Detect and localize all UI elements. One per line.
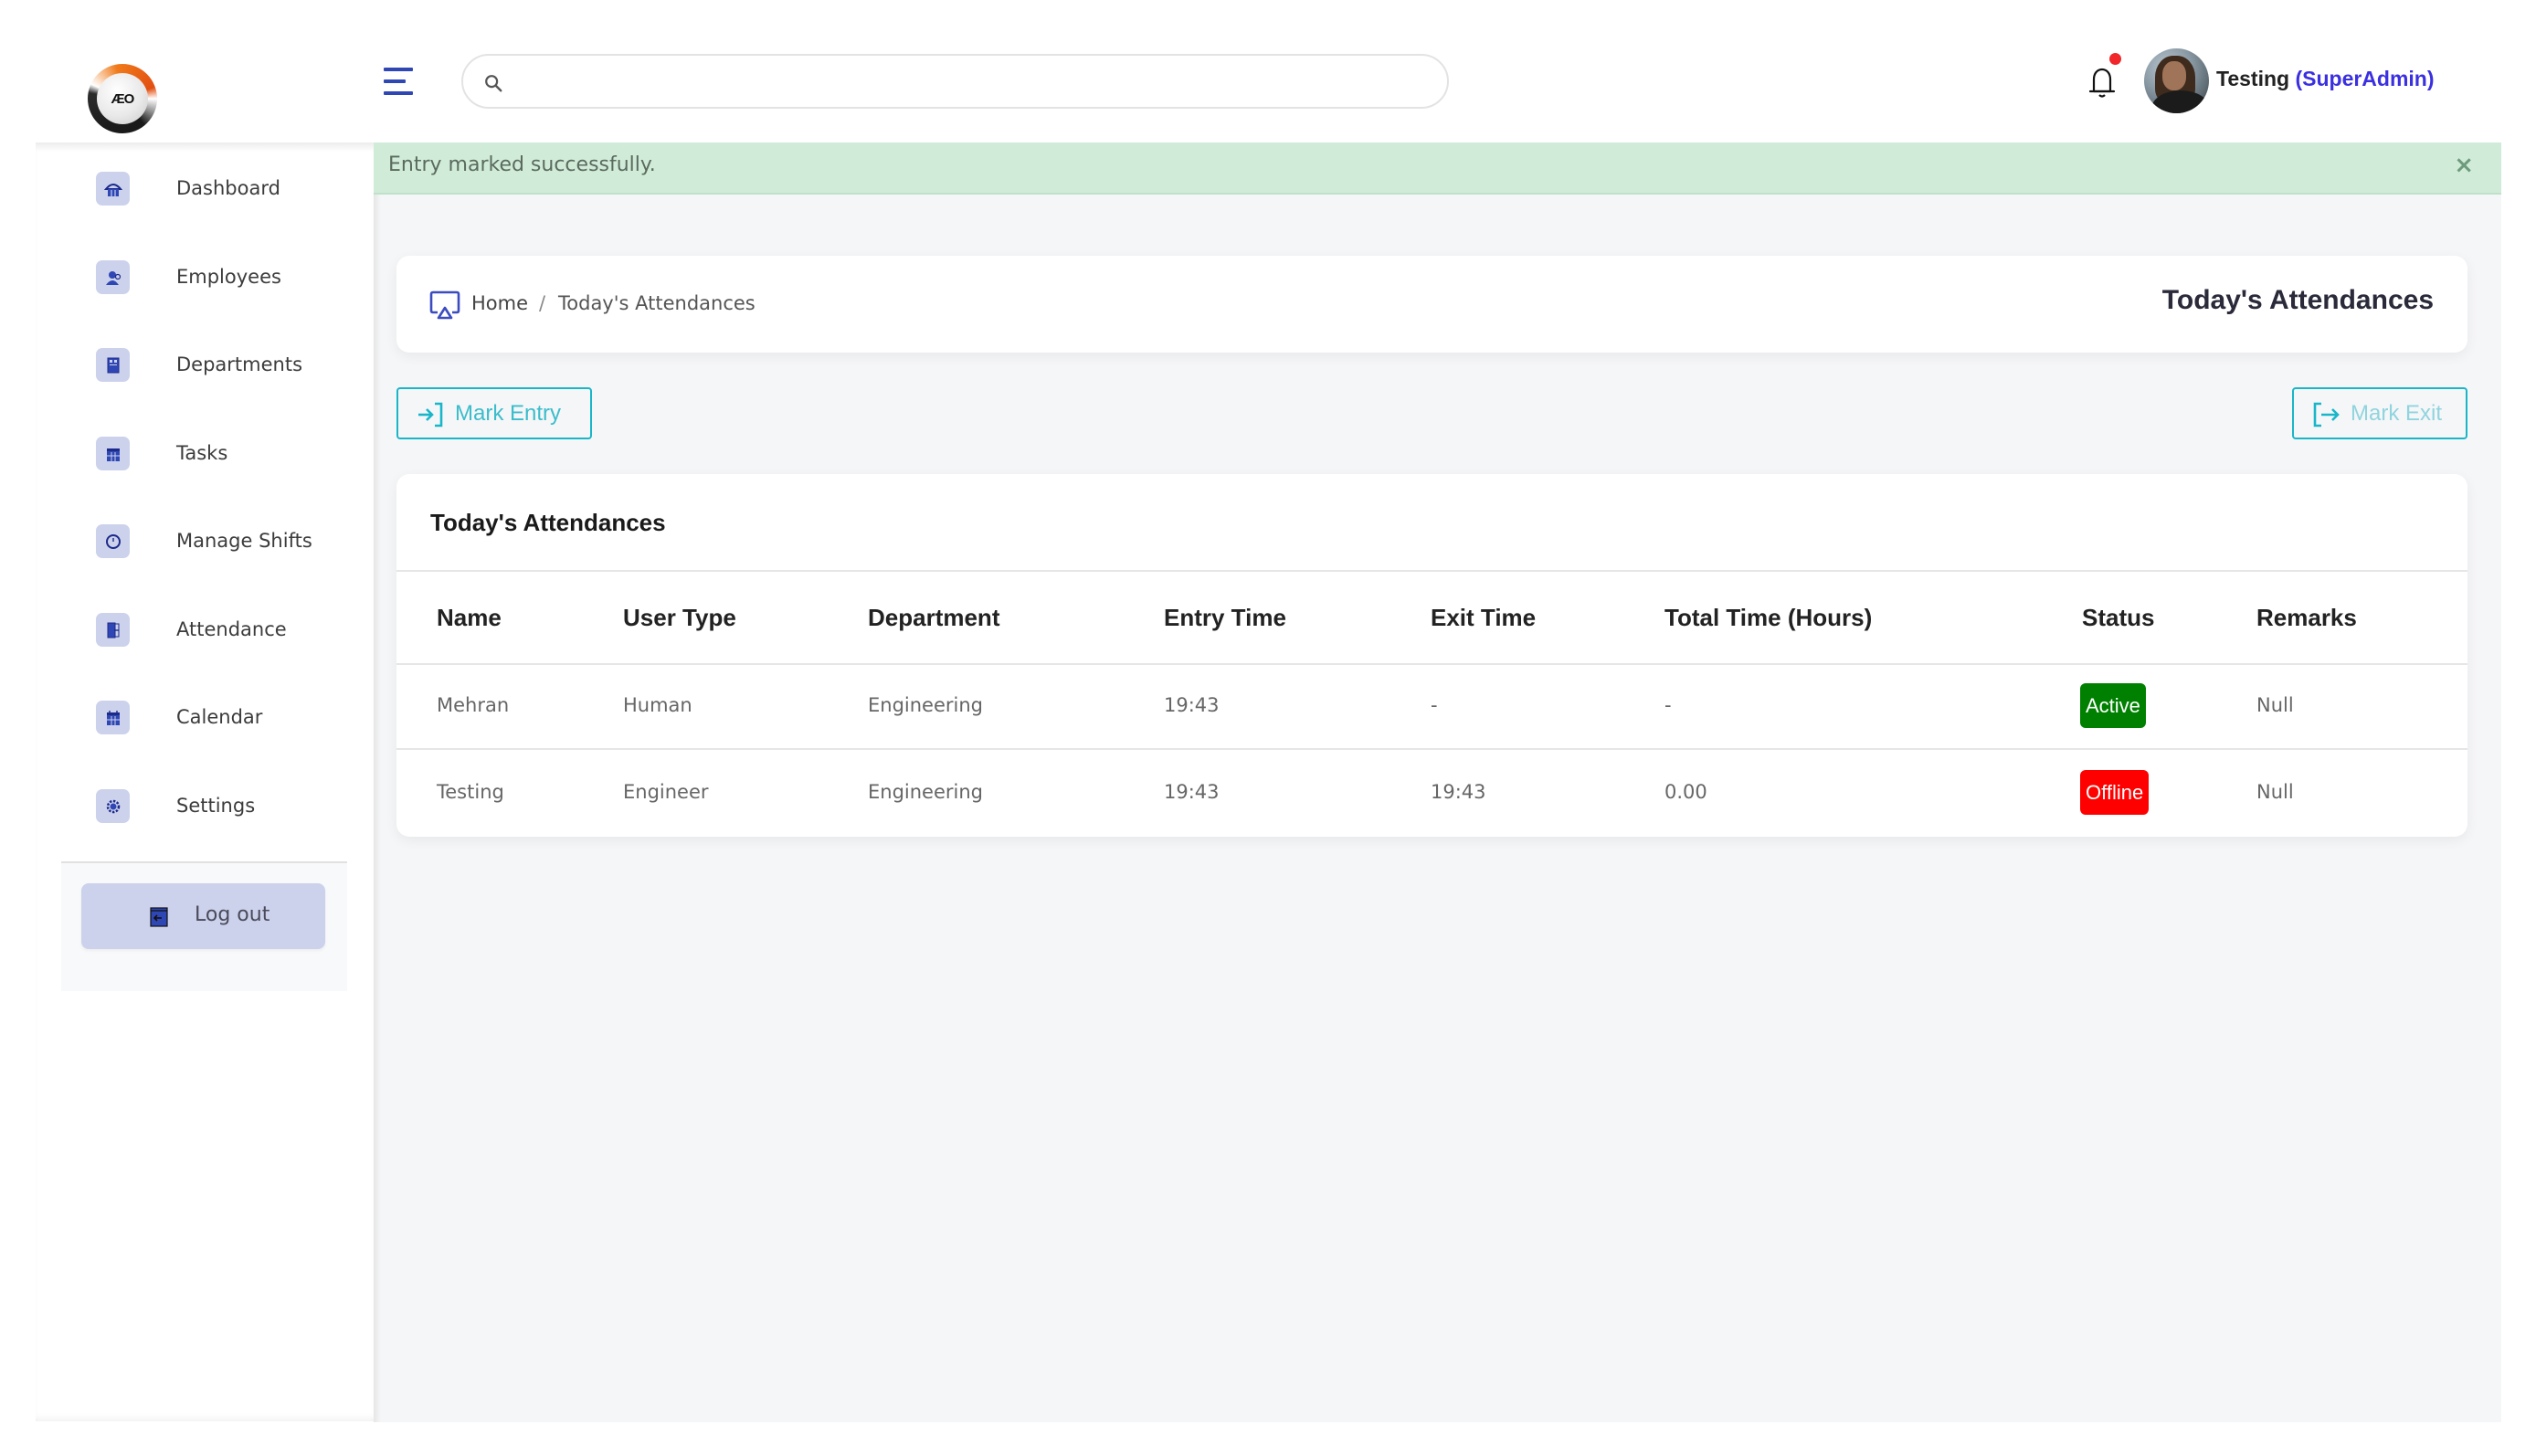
employees-icon — [96, 260, 130, 294]
menu-line — [384, 91, 413, 95]
cell-entry-time: 19:43 — [1164, 694, 1220, 716]
sidebar-item-calendar[interactable]: Calendar — [61, 690, 344, 744]
cell-department: Engineering — [868, 781, 983, 803]
sidebar-item-label: Departments — [176, 353, 303, 375]
status-badge: Active — [2080, 683, 2146, 728]
sidebar-item-employees[interactable]: Employees — [61, 249, 344, 304]
table-title: Today's Attendances — [430, 509, 666, 536]
table-divider — [396, 748, 2467, 750]
cell-entry-time: 19:43 — [1164, 781, 1220, 803]
success-alert: Entry marked successfully. × — [374, 142, 2501, 195]
mark-exit-label: Mark Exit — [2351, 401, 2443, 426]
table-divider — [396, 663, 2467, 665]
sidebar-item-label: Employees — [176, 266, 281, 288]
alert-message: Entry marked successfully. — [388, 153, 656, 176]
logout-arrow-icon — [2313, 402, 2340, 427]
sidebar-item-attendance[interactable]: Attendance — [61, 602, 344, 657]
column-header-entry-time[interactable]: Entry Time — [1164, 604, 1286, 632]
gear-icon — [96, 789, 130, 823]
sidebar-item-label: Settings — [176, 795, 256, 817]
calendar-icon — [96, 701, 130, 734]
column-header-status[interactable]: Status — [2082, 604, 2154, 632]
sidebar-item-label: Dashboard — [176, 177, 280, 199]
departments-icon — [96, 348, 130, 382]
cell-user-type: Engineer — [623, 781, 709, 803]
column-header-name[interactable]: Name — [437, 604, 502, 632]
tasks-icon — [96, 437, 130, 470]
menu-toggle-icon[interactable] — [384, 68, 415, 95]
user-name: Testing — [2216, 67, 2290, 90]
sidebar-item-label: Calendar — [176, 706, 263, 728]
user-menu[interactable]: Testing (SuperAdmin) — [2216, 67, 2435, 91]
breadcrumb-home-link[interactable]: Home — [471, 292, 528, 314]
cell-remarks: Null — [2256, 694, 2294, 716]
cell-name: Mehran — [437, 694, 510, 716]
mark-entry-button[interactable]: Mark Entry — [396, 387, 592, 439]
logout-icon — [150, 907, 168, 927]
page-title: Today's Attendances — [2161, 285, 2434, 315]
sidebar-item-settings[interactable]: Settings — [61, 778, 344, 833]
cell-remarks: Null — [2256, 781, 2294, 803]
logo-text: ÆO — [97, 73, 148, 124]
close-icon[interactable]: × — [2454, 152, 2474, 179]
sidebar-item-tasks[interactable]: Tasks — [61, 426, 344, 480]
column-header-user-type[interactable]: User Type — [623, 604, 736, 632]
column-header-exit-time[interactable]: Exit Time — [1431, 604, 1536, 632]
dashboard-icon — [96, 172, 130, 206]
menu-line — [384, 68, 413, 71]
top-header: ÆO Testing (SuperAdmin) — [0, 0, 2536, 142]
logout-label: Log out — [195, 903, 270, 926]
logout-button[interactable]: Log out — [81, 883, 325, 949]
avatar[interactable] — [2144, 48, 2209, 113]
login-arrow-icon — [418, 402, 443, 427]
menu-line — [384, 79, 406, 83]
cell-exit-time: 19:43 — [1431, 781, 1486, 803]
sidebar-shadow — [36, 142, 374, 152]
table-divider — [396, 570, 2467, 572]
search-input[interactable] — [518, 63, 1422, 100]
cell-total-time: - — [1664, 694, 1672, 716]
logo[interactable]: ÆO — [88, 64, 157, 133]
column-header-department[interactable]: Department — [868, 604, 999, 632]
airplay-icon — [429, 290, 460, 320]
cell-department: Engineering — [868, 694, 983, 716]
mark-entry-label: Mark Entry — [455, 401, 562, 426]
notification-dot — [2109, 53, 2121, 65]
breadcrumb-card: Home / Today's Attendances Today's Atten… — [396, 256, 2467, 353]
cell-exit-time: - — [1431, 694, 1438, 716]
search-icon — [485, 75, 502, 92]
cell-name: Testing — [437, 781, 504, 803]
status-badge: Offline — [2080, 770, 2150, 815]
bell-icon[interactable] — [2087, 64, 2118, 100]
breadcrumb-current: Today's Attendances — [558, 292, 756, 314]
attendance-table-card: Today's Attendances Name User Type Depar… — [396, 474, 2467, 837]
mark-exit-button[interactable]: Mark Exit — [2292, 387, 2467, 439]
clock-icon — [96, 524, 130, 558]
avatar-face — [2162, 61, 2186, 90]
cell-total-time: 0.00 — [1664, 781, 1707, 803]
column-header-total-time[interactable]: Total Time (Hours) — [1664, 604, 1872, 632]
door-icon — [96, 613, 130, 647]
user-role: (SuperAdmin) — [2295, 67, 2435, 90]
column-header-remarks[interactable]: Remarks — [2256, 604, 2357, 632]
sidebar-item-dashboard[interactable]: Dashboard — [61, 161, 344, 216]
sidebar-item-label: Tasks — [176, 442, 228, 464]
sidebar-item-manage-shifts[interactable]: Manage Shifts — [61, 513, 344, 568]
search-box — [461, 54, 1449, 109]
breadcrumb-separator: / — [539, 292, 546, 314]
sidebar-item-label: Manage Shifts — [176, 530, 312, 552]
sidebar-item-label: Attendance — [176, 618, 287, 640]
cell-user-type: Human — [623, 694, 692, 716]
main-shadow — [374, 142, 381, 1422]
sidebar-item-departments[interactable]: Departments — [61, 337, 344, 392]
